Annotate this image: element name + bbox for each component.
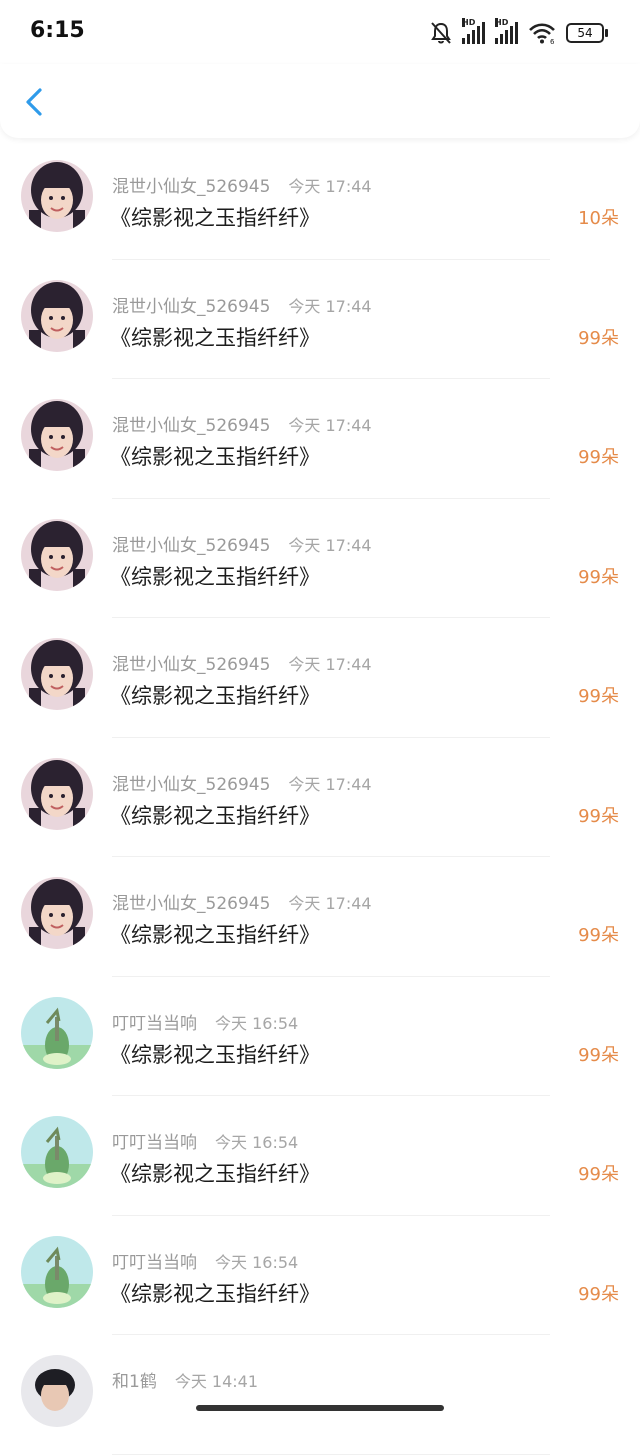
- user-name: 叮叮当当响: [112, 1252, 197, 1273]
- list-item[interactable]: 和1鹤 今天 14:41: [0, 1335, 640, 1455]
- gift-amount: 99朵: [578, 1044, 619, 1066]
- avatar[interactable]: [21, 518, 93, 591]
- avatar[interactable]: [21, 877, 93, 949]
- row-meta: 混世小仙女_526945 今天 17:44: [112, 650, 372, 675]
- gift-amount: 99朵: [578, 566, 619, 588]
- user-name: 叮叮当当响: [112, 1133, 197, 1153]
- gift-amount: 99朵: [578, 925, 619, 946]
- avatar[interactable]: [21, 160, 93, 232]
- timestamp: 今天 17:44: [288, 177, 372, 196]
- battery-icon: 54: [566, 23, 608, 43]
- book-title: 《综影视之玉指纤纤》: [110, 1042, 320, 1067]
- timestamp: 今天 17:44: [288, 774, 372, 794]
- book-title: 《综影视之玉指纤纤》: [110, 325, 320, 350]
- back-button[interactable]: [18, 82, 54, 122]
- row-meta: 混世小仙女_526945 今天 17:44: [112, 172, 372, 197]
- book-title: 《综影视之玉指纤纤》: [110, 445, 320, 469]
- avatar[interactable]: [21, 1355, 93, 1427]
- user-name: 混世小仙女_526945: [112, 296, 271, 317]
- avatar[interactable]: [21, 1116, 93, 1188]
- status-icons: HD HD 6 54: [430, 18, 608, 46]
- header-bar: [0, 64, 640, 138]
- user-name: 混世小仙女_526945: [112, 416, 271, 436]
- timestamp: 今天 16:54: [215, 1013, 299, 1033]
- chevron-left-icon: [26, 88, 42, 116]
- timestamp: 今天 14:41: [174, 1372, 259, 1391]
- row-meta: 混世小仙女_526945 今天 17:44: [112, 292, 372, 317]
- wifi-sub: 6: [550, 38, 555, 44]
- user-name: 叮叮当当响: [112, 1013, 197, 1034]
- book-title: 《综影视之玉指纤纤》: [110, 1162, 320, 1186]
- list-item[interactable]: 混世小仙女_526945 今天 17:44 《综影视之玉指纤纤》 10朵: [0, 140, 640, 260]
- timestamp: 今天 17:44: [288, 416, 372, 435]
- gift-amount: 99朵: [578, 447, 619, 468]
- user-name: 混世小仙女_526945: [112, 894, 271, 914]
- list-item[interactable]: 叮叮当当响 今天 16:54 《综影视之玉指纤纤》 99朵: [0, 977, 640, 1097]
- user-name: 和1鹤: [112, 1372, 157, 1392]
- row-meta: 混世小仙女_526945 今天 17:44: [112, 411, 372, 436]
- status-bar: 6:15 HD HD 6 54: [0, 0, 640, 64]
- avatar[interactable]: [21, 757, 93, 830]
- signal-icon: HD: [462, 18, 485, 44]
- list-item[interactable]: 混世小仙女_526945 今天 17:44 《综影视之玉指纤纤》 99朵: [0, 379, 640, 499]
- list-item[interactable]: 混世小仙女_526945 今天 17:44 《综影视之玉指纤纤》 99朵: [0, 260, 640, 380]
- gift-amount: 10朵: [578, 208, 619, 229]
- list-item[interactable]: 混世小仙女_526945 今天 17:44 《综影视之玉指纤纤》 99朵: [0, 738, 640, 858]
- timestamp: 今天 17:44: [288, 655, 372, 674]
- hd-label: HD: [462, 18, 476, 27]
- row-meta: 混世小仙女_526945 今天 17:44: [112, 531, 372, 556]
- book-title: 《综影视之玉指纤纤》: [110, 564, 320, 589]
- book-title: 《综影视之玉指纤纤》: [110, 1281, 320, 1306]
- gift-amount: 99朵: [578, 686, 619, 707]
- avatar[interactable]: [21, 279, 93, 352]
- gift-record-list: 混世小仙女_526945 今天 17:44 《综影视之玉指纤纤》 10朵 混世小仙女_5…: [0, 140, 640, 1455]
- timestamp: 今天 17:44: [288, 296, 372, 316]
- timestamp: 今天 16:54: [215, 1252, 299, 1272]
- list-item[interactable]: 混世小仙女_526945 今天 17:44 《综影视之玉指纤纤》 99朵: [0, 499, 640, 619]
- book-title: 《综影视之玉指纤纤》: [110, 923, 320, 947]
- avatar[interactable]: [21, 399, 93, 471]
- list-item[interactable]: 叮叮当当响 今天 16:54 《综影视之玉指纤纤》 99朵: [0, 1216, 640, 1336]
- timestamp: 今天 16:54: [215, 1133, 299, 1152]
- list-item[interactable]: 混世小仙女_526945 今天 17:44 《综影视之玉指纤纤》 99朵: [0, 618, 640, 738]
- gift-amount: 99朵: [578, 327, 619, 349]
- row-meta: 混世小仙女_526945 今天 17:44: [112, 889, 372, 914]
- book-title: 《综影视之玉指纤纤》: [110, 206, 320, 230]
- timestamp: 今天 17:44: [288, 535, 372, 555]
- hd-label: HD: [495, 18, 509, 27]
- row-meta: 混世小仙女_526945 今天 17:44: [112, 770, 372, 795]
- status-time: 6:15: [30, 18, 85, 43]
- avatar[interactable]: [21, 1235, 93, 1308]
- gift-amount: 99朵: [578, 805, 619, 827]
- signal-icon: HD: [495, 18, 518, 44]
- list-item[interactable]: 叮叮当当响 今天 16:54 《综影视之玉指纤纤》 99朵: [0, 1096, 640, 1216]
- row-meta: 和1鹤 今天 14:41: [112, 1367, 258, 1392]
- list-item[interactable]: 混世小仙女_526945 今天 17:44 《综影视之玉指纤纤》 99朵: [0, 857, 640, 977]
- user-name: 混世小仙女_526945: [112, 655, 271, 675]
- home-indicator[interactable]: [196, 1405, 444, 1411]
- gift-amount: 99朵: [578, 1283, 619, 1305]
- book-title: 《综影视之玉指纤纤》: [110, 684, 320, 708]
- gift-amount: 99朵: [578, 1164, 619, 1185]
- avatar[interactable]: [21, 638, 93, 710]
- user-name: 混世小仙女_526945: [112, 535, 271, 556]
- row-meta: 叮叮当当响 今天 16:54: [112, 1009, 298, 1034]
- timestamp: 今天 17:44: [288, 894, 372, 913]
- user-name: 混世小仙女_526945: [112, 177, 271, 197]
- book-title: 《综影视之玉指纤纤》: [110, 803, 320, 828]
- avatar[interactable]: [21, 996, 93, 1069]
- user-name: 混世小仙女_526945: [112, 774, 271, 795]
- wifi-icon: 6: [529, 23, 555, 44]
- row-meta: 叮叮当当响 今天 16:54: [112, 1128, 298, 1153]
- row-meta: 叮叮当当响 今天 16:54: [112, 1248, 298, 1273]
- bell-muted-icon: [431, 22, 451, 44]
